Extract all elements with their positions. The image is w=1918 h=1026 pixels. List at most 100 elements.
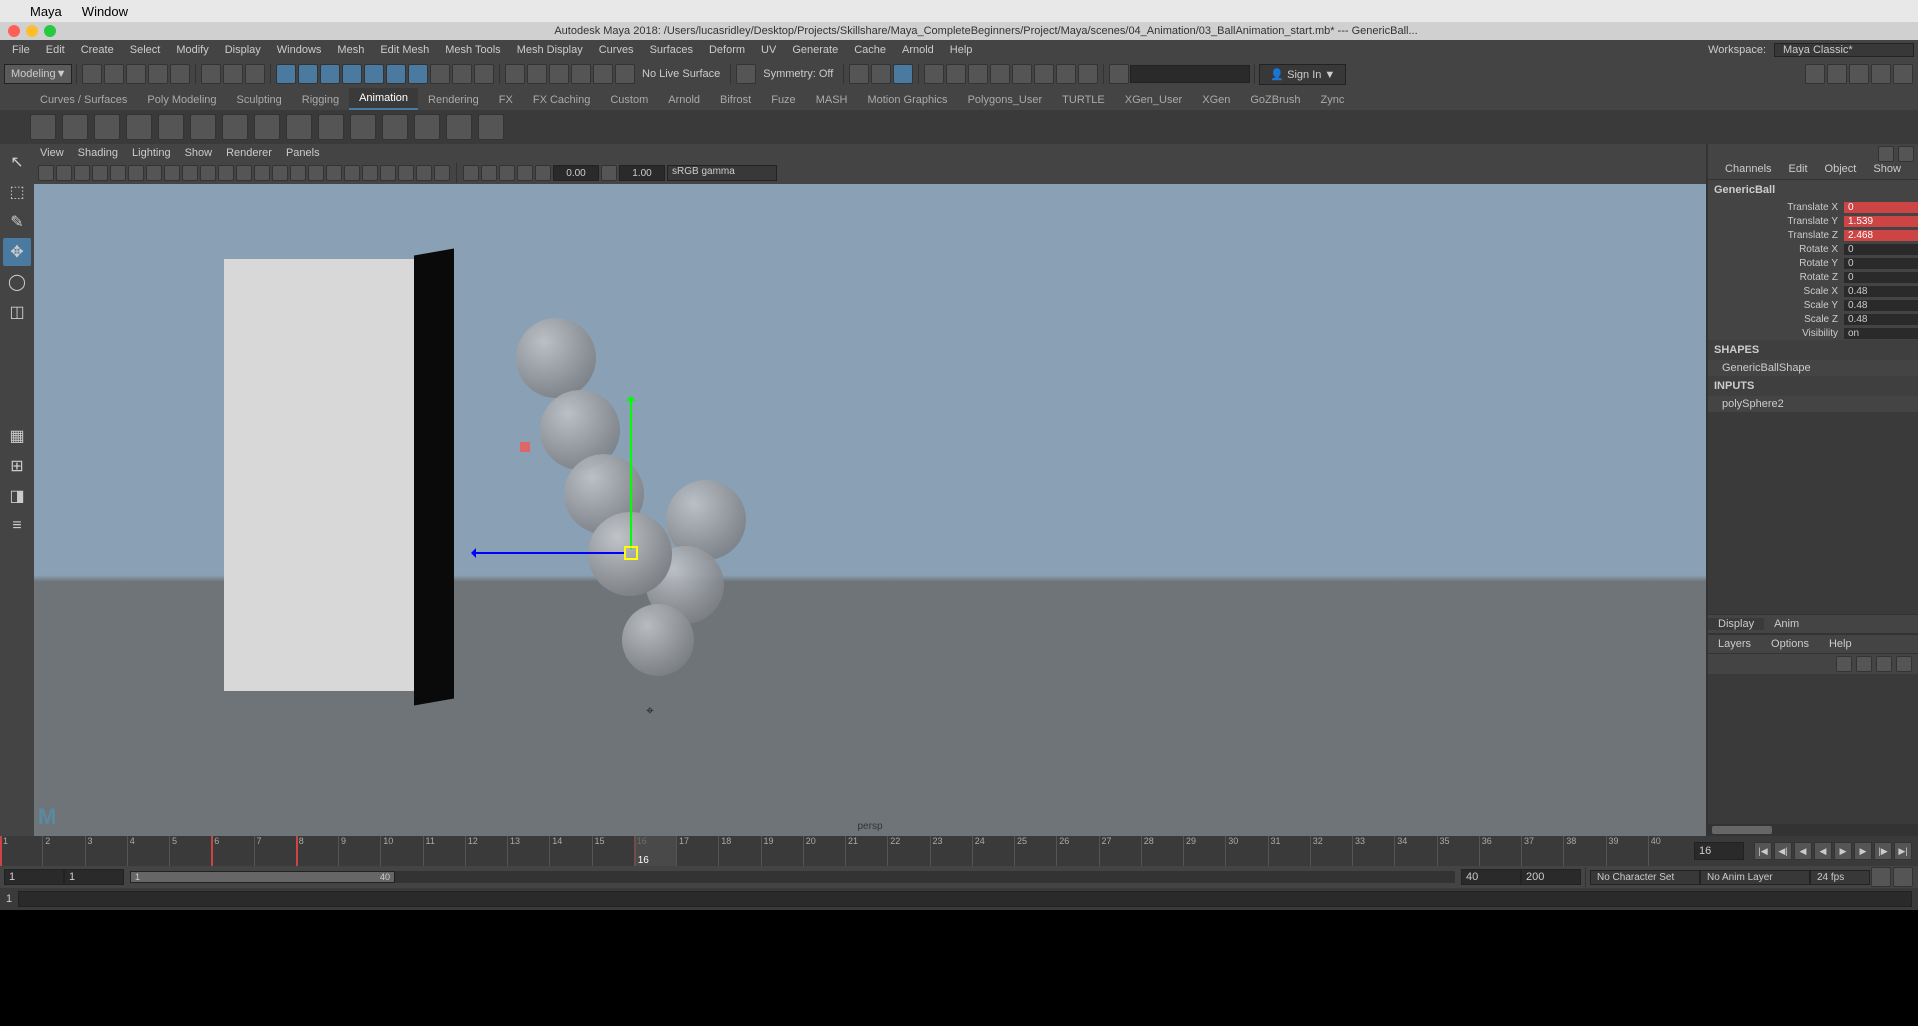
move-gizmo-y-axis[interactable]: [630, 399, 632, 549]
lasso-icon[interactable]: [223, 64, 243, 84]
snap-plane-icon[interactable]: [364, 64, 384, 84]
shelf-tab-zync[interactable]: Zync: [1311, 90, 1355, 110]
layout-single-icon[interactable]: ▦: [3, 422, 31, 450]
menu-create[interactable]: Create: [73, 44, 122, 56]
menu-cache[interactable]: Cache: [846, 44, 894, 56]
history6-icon[interactable]: [615, 64, 635, 84]
history4-icon[interactable]: [571, 64, 591, 84]
history5-icon[interactable]: [593, 64, 613, 84]
shelf-tab-sculpting[interactable]: Sculpting: [227, 90, 292, 110]
panel-btn-5[interactable]: [110, 165, 126, 181]
attr-label[interactable]: Visibility: [1708, 328, 1844, 339]
shelf-icon-11[interactable]: [350, 114, 376, 140]
fps-selector[interactable]: 24 fps: [1810, 870, 1870, 885]
cb-menu-edit[interactable]: Edit: [1789, 163, 1808, 175]
shelf-tab-xgenuser[interactable]: XGen_User: [1115, 90, 1192, 110]
panel-btn-20[interactable]: [380, 165, 396, 181]
snap-center-icon[interactable]: [342, 64, 362, 84]
prefs-icon[interactable]: [1893, 867, 1913, 887]
panel-btn-9[interactable]: [182, 165, 198, 181]
panel-menu-show[interactable]: Show: [185, 147, 213, 159]
rendersettings-icon[interactable]: [968, 64, 988, 84]
paint-tool[interactable]: ✎: [3, 208, 31, 236]
attr-label[interactable]: Scale Y: [1708, 300, 1844, 311]
play-back-button[interactable]: ◀: [1814, 842, 1832, 860]
panel-btn-11[interactable]: [218, 165, 234, 181]
cb-menu-show[interactable]: Show: [1873, 163, 1901, 175]
panel-btn-iso2[interactable]: [481, 165, 497, 181]
layout-outliner-icon[interactable]: ≡: [3, 512, 31, 540]
layout2-icon[interactable]: [871, 64, 891, 84]
menu-deform[interactable]: Deform: [701, 44, 753, 56]
current-frame-indicator[interactable]: 16: [634, 836, 676, 866]
panel-btn-15[interactable]: [290, 165, 306, 181]
toggle-attributeeditor-icon[interactable]: [1893, 64, 1913, 84]
shelf-tab-arnold[interactable]: Arnold: [658, 90, 710, 110]
step-back-button[interactable]: ◀: [1794, 842, 1812, 860]
panel-menu-shading[interactable]: Shading: [78, 147, 118, 159]
panel-btn-iso[interactable]: [463, 165, 479, 181]
zoom-icon[interactable]: [44, 25, 56, 37]
menu-meshdisplay[interactable]: Mesh Display: [509, 44, 591, 56]
pause-icon[interactable]: [1078, 64, 1098, 84]
shelf-tab-fuze[interactable]: Fuze: [761, 90, 805, 110]
layer-move-up-icon[interactable]: [1836, 656, 1852, 672]
exposure-icon[interactable]: [535, 165, 551, 181]
panel-btn-16[interactable]: [308, 165, 324, 181]
menu-display[interactable]: Display: [217, 44, 269, 56]
menu-file[interactable]: File: [4, 44, 38, 56]
attr-value[interactable]: 1.539: [1844, 216, 1918, 227]
shelf-tab-animation[interactable]: Animation: [349, 88, 418, 110]
workspace-selector[interactable]: Maya Classic*: [1774, 43, 1914, 57]
attr-value[interactable]: 0: [1844, 258, 1918, 269]
mac-app-name[interactable]: Maya: [30, 4, 62, 19]
save-scene-icon[interactable]: [126, 64, 146, 84]
rendersetup-icon[interactable]: [990, 64, 1010, 84]
current-frame-field[interactable]: [1694, 842, 1744, 860]
shelf-icon-14[interactable]: [446, 114, 472, 140]
symmetry-icon[interactable]: [736, 64, 756, 84]
panel-btn-iso3[interactable]: [499, 165, 515, 181]
open-scene-icon[interactable]: [104, 64, 124, 84]
attr-label[interactable]: Translate Y: [1708, 216, 1844, 227]
panel-btn-13[interactable]: [254, 165, 270, 181]
range-end-outer[interactable]: [1521, 869, 1581, 885]
undo-icon[interactable]: [148, 64, 168, 84]
snap-livesurf-icon[interactable]: [408, 64, 428, 84]
shelf-tab-mash[interactable]: MASH: [806, 90, 858, 110]
panel-menu-lighting[interactable]: Lighting: [132, 147, 171, 159]
attr-value[interactable]: 0: [1844, 202, 1918, 213]
live-surface-label[interactable]: No Live Surface: [636, 68, 726, 80]
go-to-start-button[interactable]: |◀: [1754, 842, 1772, 860]
toggle-channelbox-icon[interactable]: [1871, 64, 1891, 84]
panel-btn-10[interactable]: [200, 165, 216, 181]
shelf-icon-2[interactable]: [62, 114, 88, 140]
character-set-selector[interactable]: No Character Set: [1590, 870, 1700, 885]
history2-icon[interactable]: [527, 64, 547, 84]
layout-two-icon[interactable]: ◨: [3, 482, 31, 510]
lock-icon[interactable]: [452, 64, 472, 84]
menu-mesh[interactable]: Mesh: [329, 44, 372, 56]
minimize-icon[interactable]: [26, 25, 38, 37]
menu-modify[interactable]: Modify: [168, 44, 216, 56]
shelf-icon-15[interactable]: [478, 114, 504, 140]
menuset-selector[interactable]: Modeling▼: [4, 64, 72, 84]
panel-btn-8[interactable]: [164, 165, 180, 181]
shelf-tab-rigging[interactable]: Rigging: [292, 90, 349, 110]
ipr-icon[interactable]: [946, 64, 966, 84]
move-tool[interactable]: ✥: [3, 238, 31, 266]
shelf-icon-3[interactable]: [94, 114, 120, 140]
shelf-tab-gozbrush[interactable]: GoZBrush: [1240, 90, 1310, 110]
exposure-field[interactable]: [553, 165, 599, 181]
cb-menu-channels[interactable]: Channels: [1725, 163, 1771, 175]
layer-menu-layers[interactable]: Layers: [1708, 638, 1761, 650]
toggle-hud-icon[interactable]: [1827, 64, 1847, 84]
close-icon[interactable]: [8, 25, 20, 37]
panel-btn-23[interactable]: [434, 165, 450, 181]
shelf-icon-13[interactable]: [414, 114, 440, 140]
snap-toggle-icon[interactable]: [430, 64, 450, 84]
panel-btn-21[interactable]: [398, 165, 414, 181]
layer-menu-help[interactable]: Help: [1819, 638, 1862, 650]
snap-grid-icon[interactable]: [276, 64, 296, 84]
menu-curves[interactable]: Curves: [591, 44, 642, 56]
